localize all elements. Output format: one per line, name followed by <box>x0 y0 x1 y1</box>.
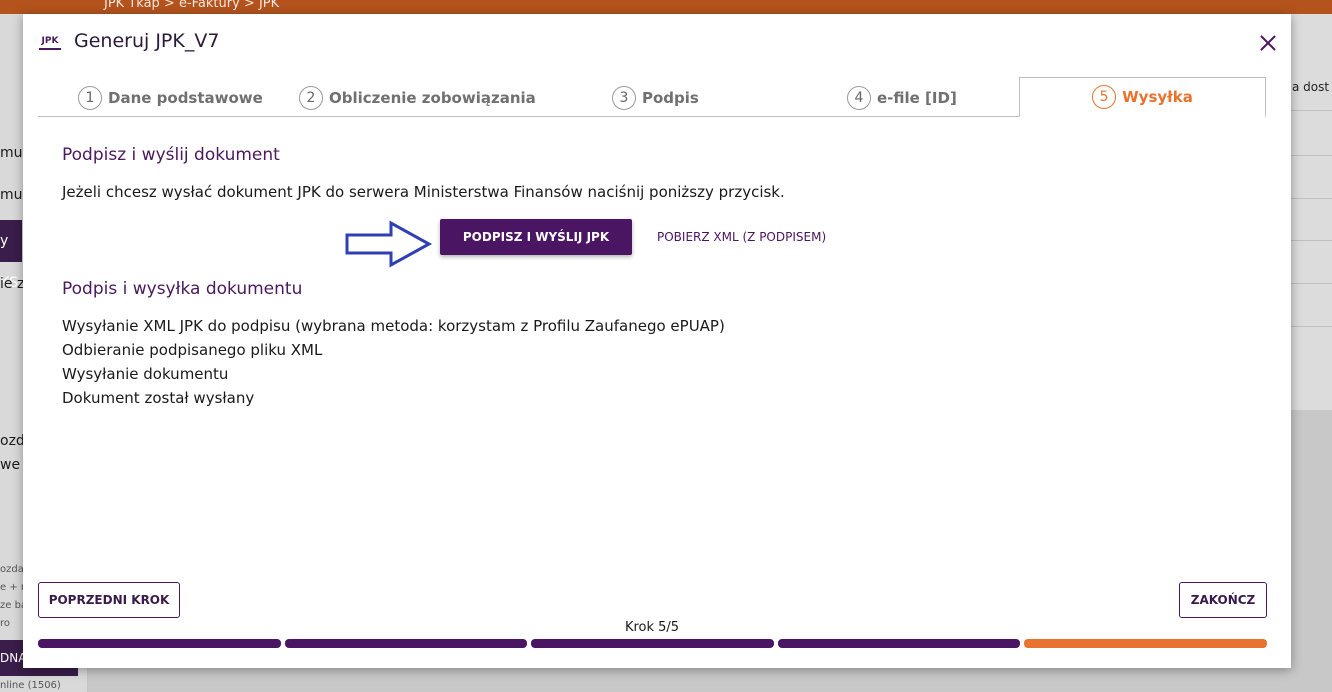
bg-left-small: ro <box>0 618 11 629</box>
log-line: Odbieranie podpisanego pliku XML <box>62 341 323 359</box>
step-label: e-file [ID] <box>877 89 957 107</box>
step-dane-podstawowe[interactable]: 1 Dane podstawowe <box>78 83 263 113</box>
log-line: Wysyłanie dokumentu <box>62 365 229 383</box>
jpk-logo-icon: JPK <box>39 34 61 50</box>
finish-button[interactable]: ZAKOŃCZ <box>1179 582 1267 618</box>
step-number: 4 <box>847 86 871 110</box>
progress-segment <box>38 639 281 648</box>
step-label: Podpis <box>642 89 699 107</box>
step-label: Wysyłka <box>1122 88 1193 106</box>
step-obliczenie-zobowiazania[interactable]: 2 Obliczenie zobowiązania <box>299 83 536 113</box>
download-xml-link[interactable]: POBIERZ XML (Z PODPISEM) <box>645 219 838 255</box>
progress-segment <box>531 639 774 648</box>
progress-segment <box>777 639 1021 648</box>
bg-left-small: nline (1506) <box>0 680 61 691</box>
bg-divider <box>1290 283 1332 284</box>
wizard-steps: 1 Dane podstawowe 2 Obliczenie zobowiąza… <box>38 77 1266 117</box>
step-e-file[interactable]: 4 e-file [ID] <box>847 83 957 113</box>
step-number: 2 <box>299 86 323 110</box>
bg-left-text: we <box>0 457 21 473</box>
section-title-progress: Podpis i wysyłka dokumentu <box>62 279 303 299</box>
bg-left-button: y KS <box>0 220 22 291</box>
section-title-sign-send: Podpisz i wyślij dokument <box>62 145 280 165</box>
step-number: 1 <box>78 86 102 110</box>
step-number: 5 <box>1092 85 1117 109</box>
bg-right-text: a dost <box>1292 80 1330 94</box>
log-line: Dokument został wysłany <box>62 389 255 407</box>
bg-divider <box>1290 155 1332 156</box>
wizard-progress-bar <box>38 639 1267 648</box>
progress-segment <box>1024 639 1267 648</box>
bg-left-text: ie z <box>0 276 25 292</box>
log-line: Wysyłanie XML JPK do podpisu (wybrana me… <box>62 317 725 335</box>
progress-segment <box>284 639 528 648</box>
dialog-header: JPK Generuj JPK_V7 <box>23 14 1291 72</box>
bg-divider <box>1290 110 1332 111</box>
arrow-right-icon <box>345 220 433 268</box>
generate-jpk-dialog: JPK Generuj JPK_V7 1 Dane podstawowe 2 O… <box>23 14 1291 668</box>
instruction-text: Jeżeli chcesz wysłać dokument JPK do ser… <box>62 183 785 201</box>
step-podpis[interactable]: 3 Podpis <box>612 83 699 113</box>
app-right-panel <box>1290 14 1332 414</box>
app-breadcrumb: JPK Tkap > e-Faktury > JPK <box>104 0 280 11</box>
sign-and-send-button[interactable]: PODPISZ I WYŚLIJ JPK <box>440 219 632 255</box>
app-topbar: JPK Tkap > e-Faktury > JPK <box>0 0 1332 14</box>
bg-divider <box>1290 198 1332 199</box>
step-label: Obliczenie zobowiązania <box>329 89 536 107</box>
dialog-title: Generuj JPK_V7 <box>74 30 220 52</box>
step-label: Dane podstawowe <box>108 89 263 107</box>
previous-step-button[interactable]: POPRZEDNI KROK <box>38 582 180 618</box>
step-wysylka[interactable]: 5 Wysyłka <box>1019 77 1266 117</box>
step-number: 3 <box>612 86 636 110</box>
bg-divider <box>1290 240 1332 241</box>
bg-divider <box>1290 326 1332 327</box>
step-counter: Krok 5/5 <box>624 620 680 635</box>
close-icon[interactable] <box>1257 32 1279 54</box>
